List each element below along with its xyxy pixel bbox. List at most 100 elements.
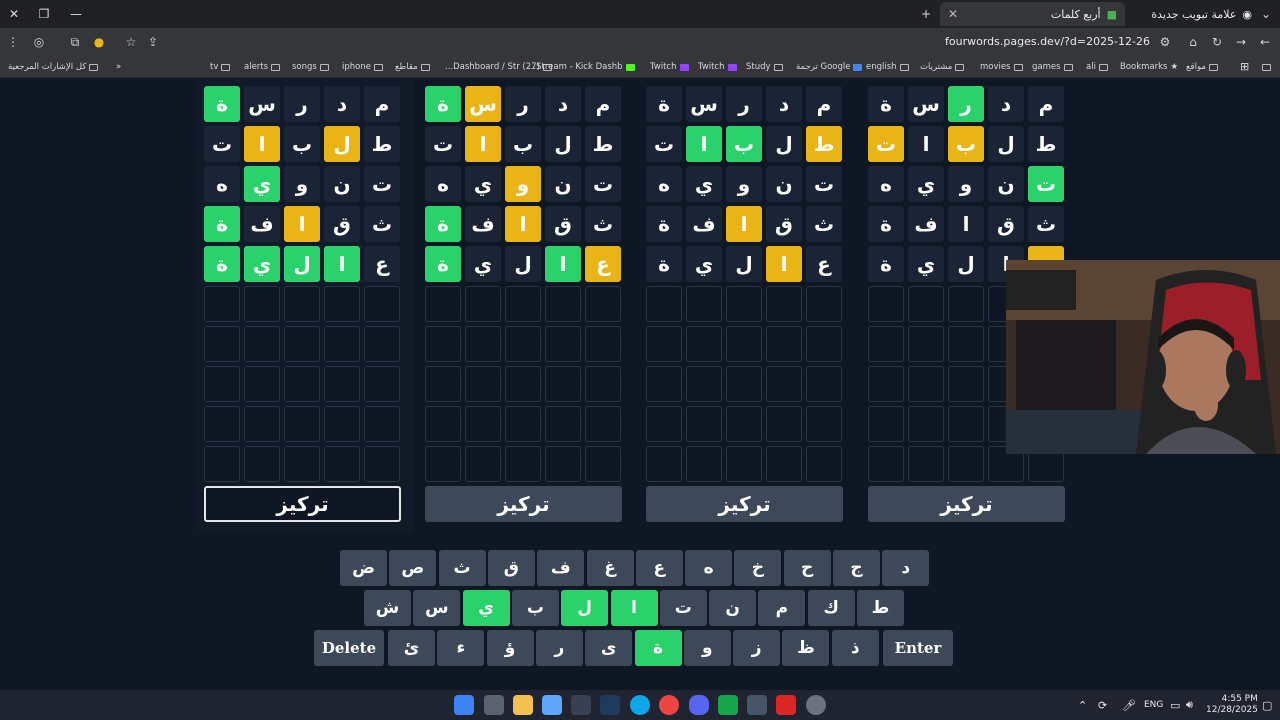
forward-icon[interactable]: → xyxy=(1232,33,1250,51)
bookmark-twitch-1[interactable]: Twitch xyxy=(650,59,689,75)
bookmark-alerts[interactable]: alerts xyxy=(244,59,281,75)
bookmark-kick[interactable]: Stream - Kick Dashb... xyxy=(528,59,635,75)
steam-icon[interactable] xyxy=(600,695,620,715)
wifi-icon[interactable]: ▭ xyxy=(1170,690,1180,720)
bookmark-movies[interactable]: movies xyxy=(980,59,1023,75)
chrome-icon[interactable] xyxy=(659,695,679,715)
key[interactable]: ت xyxy=(659,590,707,626)
tab-active[interactable]: ■ أربع كلمات ✕ xyxy=(940,2,1125,26)
apps-icon[interactable]: ⊞ xyxy=(1240,59,1249,75)
key[interactable]: ك xyxy=(807,590,855,626)
clock[interactable]: 4:55 PM 12/28/2025 xyxy=(1206,690,1258,720)
discord-icon[interactable] xyxy=(689,695,709,715)
bookmark-star-icon[interactable]: ☆ xyxy=(122,33,140,51)
bookmark-ali[interactable]: ali xyxy=(1086,59,1108,75)
reload-icon[interactable]: ↻ xyxy=(1208,33,1226,51)
language-indicator[interactable]: ENG xyxy=(1144,690,1163,720)
key[interactable]: خ xyxy=(734,550,782,586)
key[interactable]: ئ xyxy=(388,630,435,666)
key[interactable]: ي xyxy=(462,590,510,626)
key[interactable]: ظ xyxy=(782,630,830,666)
volume-icon[interactable]: 🔊︎ xyxy=(1186,690,1193,720)
xbox-icon[interactable] xyxy=(718,695,738,715)
chevron-left-icon[interactable]: « xyxy=(116,59,121,75)
focus-button[interactable]: تركيز xyxy=(646,486,843,522)
key[interactable]: ل xyxy=(561,590,609,626)
bookmark-songs[interactable]: songs xyxy=(292,59,329,75)
bookmark-bookmarks[interactable]: ★ Bookmarks xyxy=(1120,59,1178,75)
focus-button[interactable]: تركيز xyxy=(204,486,401,522)
bookmark-folder-icon[interactable] xyxy=(1262,59,1271,75)
extensions-icon[interactable]: ⧉ xyxy=(66,33,84,51)
key[interactable]: ص xyxy=(389,550,437,586)
minimize-window-icon[interactable]: — xyxy=(66,4,86,24)
back-icon[interactable]: ← xyxy=(1256,33,1274,51)
key[interactable]: ن xyxy=(709,590,757,626)
key[interactable]: ش xyxy=(364,590,411,626)
settings-icon[interactable] xyxy=(806,695,826,715)
key[interactable]: ض xyxy=(340,550,387,586)
key[interactable]: س xyxy=(413,590,461,626)
key[interactable]: ر xyxy=(535,630,583,666)
tab-search-icon[interactable]: ⌄ xyxy=(1256,4,1276,24)
focus-button[interactable]: تركيز xyxy=(425,486,622,522)
key[interactable]: ء xyxy=(437,630,485,666)
key[interactable]: غ xyxy=(586,550,634,586)
key[interactable]: ق xyxy=(487,550,535,586)
key[interactable]: ع xyxy=(635,550,683,586)
bookmark-games[interactable]: games xyxy=(1032,59,1073,75)
key[interactable]: ة xyxy=(634,630,682,666)
file-explorer-icon[interactable] xyxy=(513,695,533,715)
key[interactable]: ى xyxy=(585,630,633,666)
key[interactable]: ذ xyxy=(831,630,879,666)
key[interactable]: ز xyxy=(733,630,781,666)
focus-button[interactable]: تركيز xyxy=(868,486,1065,522)
share-icon[interactable]: ⇪ xyxy=(144,33,162,51)
extension-icon[interactable]: ● xyxy=(90,33,108,51)
bookmark-google-translate[interactable]: Google ترجمة xyxy=(796,59,863,75)
menu-icon[interactable]: ⋮ xyxy=(4,33,22,51)
key[interactable]: و xyxy=(683,630,731,666)
bookmark-english[interactable]: english xyxy=(866,59,909,75)
mic-icon[interactable]: 🎤︎ xyxy=(1122,690,1136,720)
bookmark-sites[interactable]: مواقع xyxy=(1186,59,1218,75)
new-tab-icon[interactable]: + xyxy=(916,4,936,24)
bookmark-purchases[interactable]: مشتريات xyxy=(920,59,965,75)
key[interactable]: ط xyxy=(857,590,904,626)
key[interactable]: ؤ xyxy=(486,630,534,666)
profile-icon[interactable]: ◎ xyxy=(30,33,48,51)
tray-chevron-icon[interactable]: ⌃ xyxy=(1078,690,1087,720)
notifications-icon[interactable]: ▢ xyxy=(1262,690,1272,720)
start-icon[interactable] xyxy=(454,695,474,715)
close-window-icon[interactable]: ✕ xyxy=(4,4,24,24)
terminal-icon[interactable] xyxy=(571,695,591,715)
site-settings-icon[interactable]: ⚙ xyxy=(1156,33,1174,51)
key[interactable]: ث xyxy=(438,550,486,586)
obs-icon[interactable] xyxy=(776,695,796,715)
key[interactable]: م xyxy=(758,590,806,626)
app-icon[interactable] xyxy=(747,695,767,715)
bookmark-iphone[interactable]: iphone xyxy=(342,59,383,75)
key[interactable]: ا xyxy=(610,590,658,626)
key[interactable]: ه xyxy=(685,550,733,586)
bookmark-clips[interactable]: مقاطع xyxy=(395,59,430,75)
bookmark-study[interactable]: Study xyxy=(746,59,783,75)
bookmark-tv[interactable]: tv xyxy=(210,59,231,75)
key[interactable]: د xyxy=(882,550,930,586)
bookmark-twitch-2[interactable]: Twitch xyxy=(698,59,737,75)
network-sync-icon[interactable]: ⟳ xyxy=(1098,690,1107,720)
restore-window-icon[interactable]: ❐ xyxy=(34,4,54,24)
address-bar[interactable]: fourwords.pages.dev/?d=2025-12-26 xyxy=(900,32,1150,52)
home-icon[interactable]: ⌂ xyxy=(1184,33,1202,51)
store-icon[interactable] xyxy=(542,695,562,715)
key[interactable]: ح xyxy=(783,550,831,586)
delete-key[interactable]: Delete xyxy=(314,630,384,666)
close-tab-icon[interactable]: ✕ xyxy=(948,7,958,21)
enter-key[interactable]: Enter xyxy=(883,630,953,666)
tab-newtab[interactable]: ◉ علامة تبويب جديدة xyxy=(1100,2,1260,26)
edge-icon[interactable] xyxy=(630,695,650,715)
bookmark-all[interactable]: كل الإشارات المرجعية xyxy=(8,59,99,75)
key[interactable]: ب xyxy=(511,590,559,626)
key[interactable]: ف xyxy=(537,550,585,586)
task-view-icon[interactable] xyxy=(484,695,504,715)
